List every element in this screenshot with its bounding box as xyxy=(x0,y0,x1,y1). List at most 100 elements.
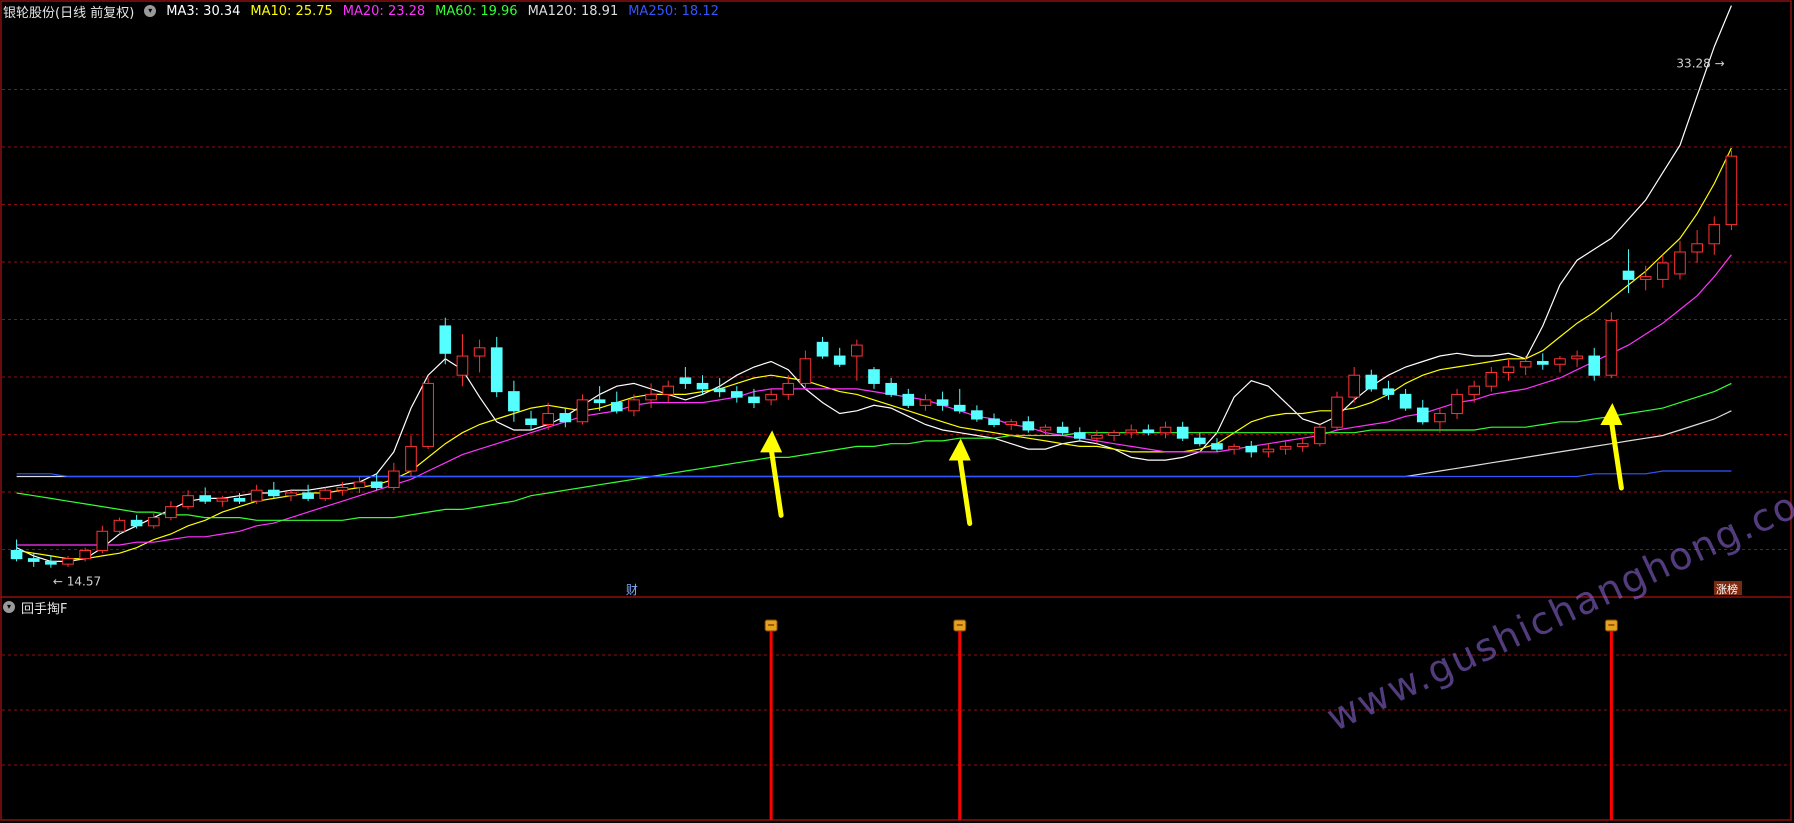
candle-body-down xyxy=(1622,270,1635,280)
candle-body-up xyxy=(79,549,91,560)
candle-body-up xyxy=(765,393,777,401)
event-cai-label: 财 xyxy=(626,583,638,597)
candle-body-up xyxy=(1468,385,1481,395)
candle-body-up xyxy=(422,382,434,447)
sub-panel-title: 回手掏F xyxy=(21,601,68,617)
candle-body-down xyxy=(267,489,280,497)
chevron-down-icon[interactable]: ▾ xyxy=(3,601,15,613)
candle-body-down xyxy=(610,402,623,412)
candle-body-down xyxy=(1588,355,1601,376)
candle-body-up xyxy=(96,530,109,551)
low-price-label: ← 14.57 xyxy=(53,575,101,589)
candle-body-up xyxy=(542,413,554,425)
candle-body-up xyxy=(1725,155,1738,226)
candle-body-down xyxy=(748,396,760,404)
signal-arrow-head xyxy=(948,438,971,461)
candle-body-down xyxy=(1416,407,1429,423)
candle-body-up xyxy=(1331,396,1343,428)
candle-body-up xyxy=(473,347,486,357)
candle-body-up xyxy=(405,445,417,472)
candle-body-up xyxy=(1228,445,1240,450)
candle-body-down xyxy=(885,382,897,395)
candle-body-down xyxy=(439,325,452,354)
ma-line-ma3 xyxy=(16,5,1732,563)
candle-body-up xyxy=(628,399,640,412)
candle-body-down xyxy=(1176,426,1189,439)
candle-body-up xyxy=(576,399,589,423)
candle-body-down xyxy=(1142,429,1155,434)
high-price-label: 33.28 → xyxy=(1676,56,1724,70)
candle-body-up xyxy=(250,489,263,502)
candle-body-down xyxy=(45,560,57,565)
candle-body-up xyxy=(1708,224,1721,245)
candle-body-down xyxy=(1365,374,1378,390)
candle-body-down xyxy=(525,418,537,425)
signal-arrows xyxy=(760,402,1624,527)
candle-body-down xyxy=(730,391,743,398)
candle-body-up xyxy=(1554,358,1566,365)
candle-body-up xyxy=(919,399,932,406)
candle-body-down xyxy=(1211,443,1223,450)
candle-body-up xyxy=(1039,426,1052,431)
candle-body-down xyxy=(679,377,692,384)
candle-body-down xyxy=(27,558,40,562)
event-zhangbang-label: 涨榜 xyxy=(1716,582,1738,596)
candle-body-down xyxy=(370,481,383,488)
candle-body-down xyxy=(10,549,23,560)
candle-body-down xyxy=(1073,432,1086,439)
candle-body-up xyxy=(1691,243,1703,253)
ma-line-ma120 xyxy=(16,410,1732,478)
candle-body-down xyxy=(233,497,246,502)
candle-body-up xyxy=(782,382,795,395)
candle-body-up xyxy=(319,489,332,499)
candle-body-down xyxy=(936,399,949,406)
signal-arrow-shaft xyxy=(957,454,973,527)
candle-body-up xyxy=(147,517,160,527)
candle-body-up xyxy=(456,355,469,376)
candle-body-up xyxy=(1262,448,1275,453)
candle-body-down xyxy=(816,341,829,357)
ma-line-ma60 xyxy=(16,382,1732,521)
ma-lines xyxy=(16,5,1732,563)
candle-body-up xyxy=(388,470,400,488)
candle-body-down xyxy=(713,388,726,393)
candle-body-down xyxy=(1536,361,1549,365)
candle-body-down xyxy=(302,492,314,499)
candle-body-up xyxy=(353,481,366,488)
candle-body-up xyxy=(1005,421,1018,425)
candle-body-down xyxy=(199,495,212,502)
candle-body-down xyxy=(490,347,503,393)
candles xyxy=(10,150,1738,568)
signal-arrow-head xyxy=(1600,402,1623,425)
candle-body-up xyxy=(216,497,229,502)
candle-body-up xyxy=(1279,445,1292,450)
main-chart[interactable]: 33.28 → ← 14.57 财 涨榜 xyxy=(0,0,1794,823)
candle-body-up xyxy=(851,344,863,357)
chart-window: 银轮股份(日线 前复权) ▾ MA3: 30.34 MA10: 25.75 MA20… xyxy=(0,0,1794,823)
candle-body-up xyxy=(182,495,194,508)
candle-body-down xyxy=(593,399,606,404)
candle-body-down xyxy=(868,369,880,384)
candle-body-down xyxy=(696,382,709,390)
candle-body-down xyxy=(953,404,966,412)
signal-arrow-head xyxy=(760,430,783,453)
candle-body-up xyxy=(1314,426,1326,445)
candle-body-up xyxy=(113,519,126,532)
candle-body-up xyxy=(1519,361,1532,368)
candle-body-up xyxy=(1485,371,1498,387)
candle-body-down xyxy=(833,355,846,365)
candle-body-up xyxy=(1502,366,1515,373)
candle-body-up xyxy=(1125,429,1138,434)
candle-body-up xyxy=(1108,432,1120,436)
candle-body-up xyxy=(1674,251,1686,275)
candle-body-up xyxy=(1571,355,1583,360)
candle-body-up xyxy=(165,506,177,519)
candle-body-up xyxy=(1159,426,1172,434)
candle-body-up xyxy=(1434,413,1446,423)
candle-body-down xyxy=(988,418,1000,425)
signal-arrow-shaft xyxy=(768,445,784,518)
candle-body-up xyxy=(645,393,657,401)
candle-body-down xyxy=(1245,445,1258,453)
candle-body-up xyxy=(285,492,297,497)
candle-body-down xyxy=(971,410,983,420)
